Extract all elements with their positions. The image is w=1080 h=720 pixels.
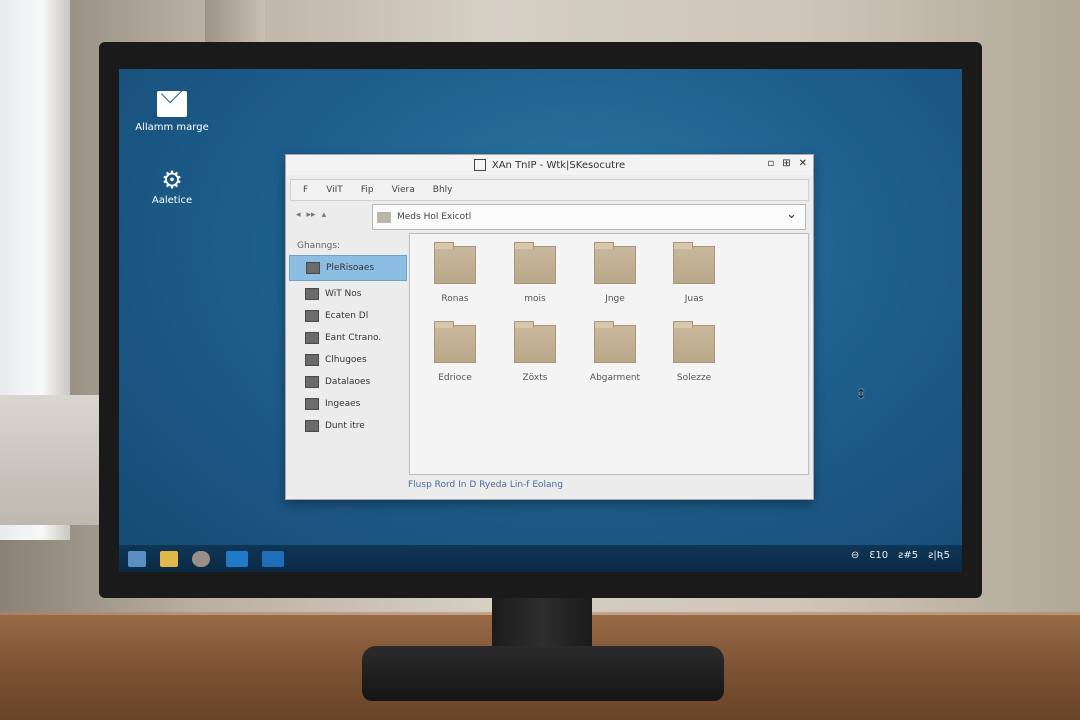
sidebar-item-label: Dunt itre: [325, 421, 365, 431]
sidebar-item-label: Ingeaes: [325, 399, 361, 409]
sidebar-item[interactable]: Dunt itre: [289, 415, 407, 437]
system-tray: ⊖ Ɛ10 ƨ#5 ƨ|Ʀ5: [851, 550, 950, 561]
drive-icon: [305, 288, 319, 300]
monitor-stand-base: [362, 646, 724, 701]
folder-icon: [434, 321, 476, 363]
folder-label: Edrioce: [438, 373, 472, 383]
menu-help[interactable]: Bhly: [433, 185, 453, 195]
sidebar-item[interactable]: Datalaoes: [289, 371, 407, 393]
menu-edit[interactable]: ViIT: [326, 185, 343, 195]
sidebar-item[interactable]: PleRisoaes: [289, 255, 407, 281]
folder-icon: [514, 242, 556, 284]
folder-label: mois: [524, 294, 546, 304]
window-titlebar[interactable]: XAn TnIP - Wtk|SKesocutre ▫ ⊞ ✕: [286, 155, 813, 175]
mouse-cursor-icon: ↕: [856, 387, 867, 401]
folder-label: Jnge: [605, 294, 625, 304]
folder-item[interactable]: Ronas: [415, 242, 495, 304]
menu-go[interactable]: Fip: [361, 185, 374, 195]
folder-label: Abgarment: [589, 373, 641, 383]
drive-icon: [305, 376, 319, 388]
folder-item[interactable]: Juas: [654, 242, 734, 304]
sidebar-item[interactable]: Ecaten Dl: [289, 305, 407, 327]
mail-icon: [157, 91, 187, 117]
sidebar-item-label: Ecaten Dl: [325, 311, 369, 321]
address-bar[interactable]: Meds Hol Exicotl ⌄: [372, 204, 806, 230]
menu-file[interactable]: F: [303, 185, 308, 195]
desktop-icon-label: Allamm marge: [135, 122, 209, 133]
room-window-sill: [0, 395, 100, 525]
sidebar: Ghanngs: PleRisoaes WiT Nos Ecaten Dl Ea…: [289, 233, 407, 491]
folder-item[interactable]: Jnge: [575, 242, 655, 304]
sidebar-item-label: Eant Ctrano.: [325, 333, 382, 343]
drive-icon: [305, 398, 319, 410]
minimize-button[interactable]: ▫: [767, 158, 774, 169]
folder-label: Juas: [684, 294, 704, 304]
folder-icon: [514, 321, 556, 363]
folder-item[interactable]: Abgarment: [575, 321, 655, 383]
forward-button[interactable]: ▸▸: [307, 210, 316, 220]
chevron-down-icon[interactable]: ⌄: [786, 207, 797, 222]
folder-label: Zöxts: [522, 373, 548, 383]
up-button[interactable]: ▴: [322, 210, 327, 220]
folder-item[interactable]: Solezze: [654, 321, 734, 383]
status-bar: Flusp Rord In D Ryeda Lin-f Eolang: [408, 480, 563, 490]
folder-icon: [377, 211, 391, 223]
sidebar-item[interactable]: WiT Nos: [289, 283, 407, 305]
sync-app-icon[interactable]: [262, 550, 284, 567]
desktop-icon-mail[interactable]: Allamm marge: [127, 91, 217, 133]
tray-item[interactable]: Ɛ10: [869, 550, 888, 561]
back-button[interactable]: ◂: [296, 210, 301, 220]
menu-view[interactable]: Viera: [392, 185, 415, 195]
chat-app-icon[interactable]: [226, 550, 248, 567]
folder-label: Solezze: [676, 373, 712, 383]
desktop-icon-settings[interactable]: ⚙ Aaletice: [127, 167, 217, 206]
folder-label: Ronas: [441, 294, 469, 304]
user-app-icon[interactable]: [192, 550, 210, 567]
window-title: XAn TnIP - Wtk|SKesocutre: [491, 159, 626, 171]
folder-icon: [594, 242, 636, 284]
drive-icon: [305, 332, 319, 344]
drive-icon: [305, 310, 319, 322]
bag-app-icon[interactable]: [160, 550, 178, 567]
sidebar-item-label: PleRisoaes: [326, 263, 375, 273]
folder-icon: [673, 321, 715, 363]
drive-icon: [306, 262, 320, 274]
menu-bar: F ViIT Fip Viera Bhly: [290, 179, 809, 201]
folder-icon: [434, 242, 476, 284]
folder-item[interactable]: Edrioce: [415, 321, 495, 383]
room-pillar: [205, 0, 265, 45]
drive-icon: [305, 420, 319, 432]
taskbar: ⊖ Ɛ10 ƨ#5 ƨ|Ʀ5: [119, 545, 962, 572]
clock[interactable]: ƨ|Ʀ5: [928, 550, 950, 561]
drive-icon: [305, 354, 319, 366]
folder-item[interactable]: Zöxts: [495, 321, 575, 383]
folder-icon: [594, 321, 636, 363]
sidebar-heading: Ghanngs:: [297, 241, 341, 251]
address-value: Meds Hol Exicotl: [397, 212, 472, 222]
network-icon[interactable]: ⊖: [851, 550, 859, 561]
close-button[interactable]: ✕: [799, 158, 807, 169]
tray-item[interactable]: ƨ#5: [898, 550, 918, 561]
file-grid: Ronas mois Jnge Juas Edrioce Zöxts Abgar…: [409, 233, 809, 475]
sidebar-item[interactable]: Clhugoes: [289, 349, 407, 371]
sidebar-item-label: Datalaoes: [325, 377, 371, 387]
desktop-icon-label: Aaletice: [151, 195, 193, 206]
files-app-icon[interactable]: [128, 550, 146, 567]
file-manager-window: XAn TnIP - Wtk|SKesocutre ▫ ⊞ ✕ F ViIT F…: [285, 154, 814, 500]
toolbar: ◂ ▸▸ ▴ Meds Hol Exicotl ⌄: [286, 201, 813, 231]
sidebar-item[interactable]: Ingeaes: [289, 393, 407, 415]
monitor-screen: Allamm marge ⚙ Aaletice XAn TnIP - Wtk|S…: [119, 69, 962, 572]
window-app-icon: [473, 159, 486, 171]
folder-icon: [673, 242, 715, 284]
maximize-button[interactable]: ⊞: [782, 158, 790, 169]
sidebar-item[interactable]: Eant Ctrano.: [289, 327, 407, 349]
folder-item[interactable]: mois: [495, 242, 575, 304]
gear-icon: ⚙: [161, 166, 183, 194]
sidebar-item-label: Clhugoes: [325, 355, 367, 365]
sidebar-item-label: WiT Nos: [325, 289, 362, 299]
